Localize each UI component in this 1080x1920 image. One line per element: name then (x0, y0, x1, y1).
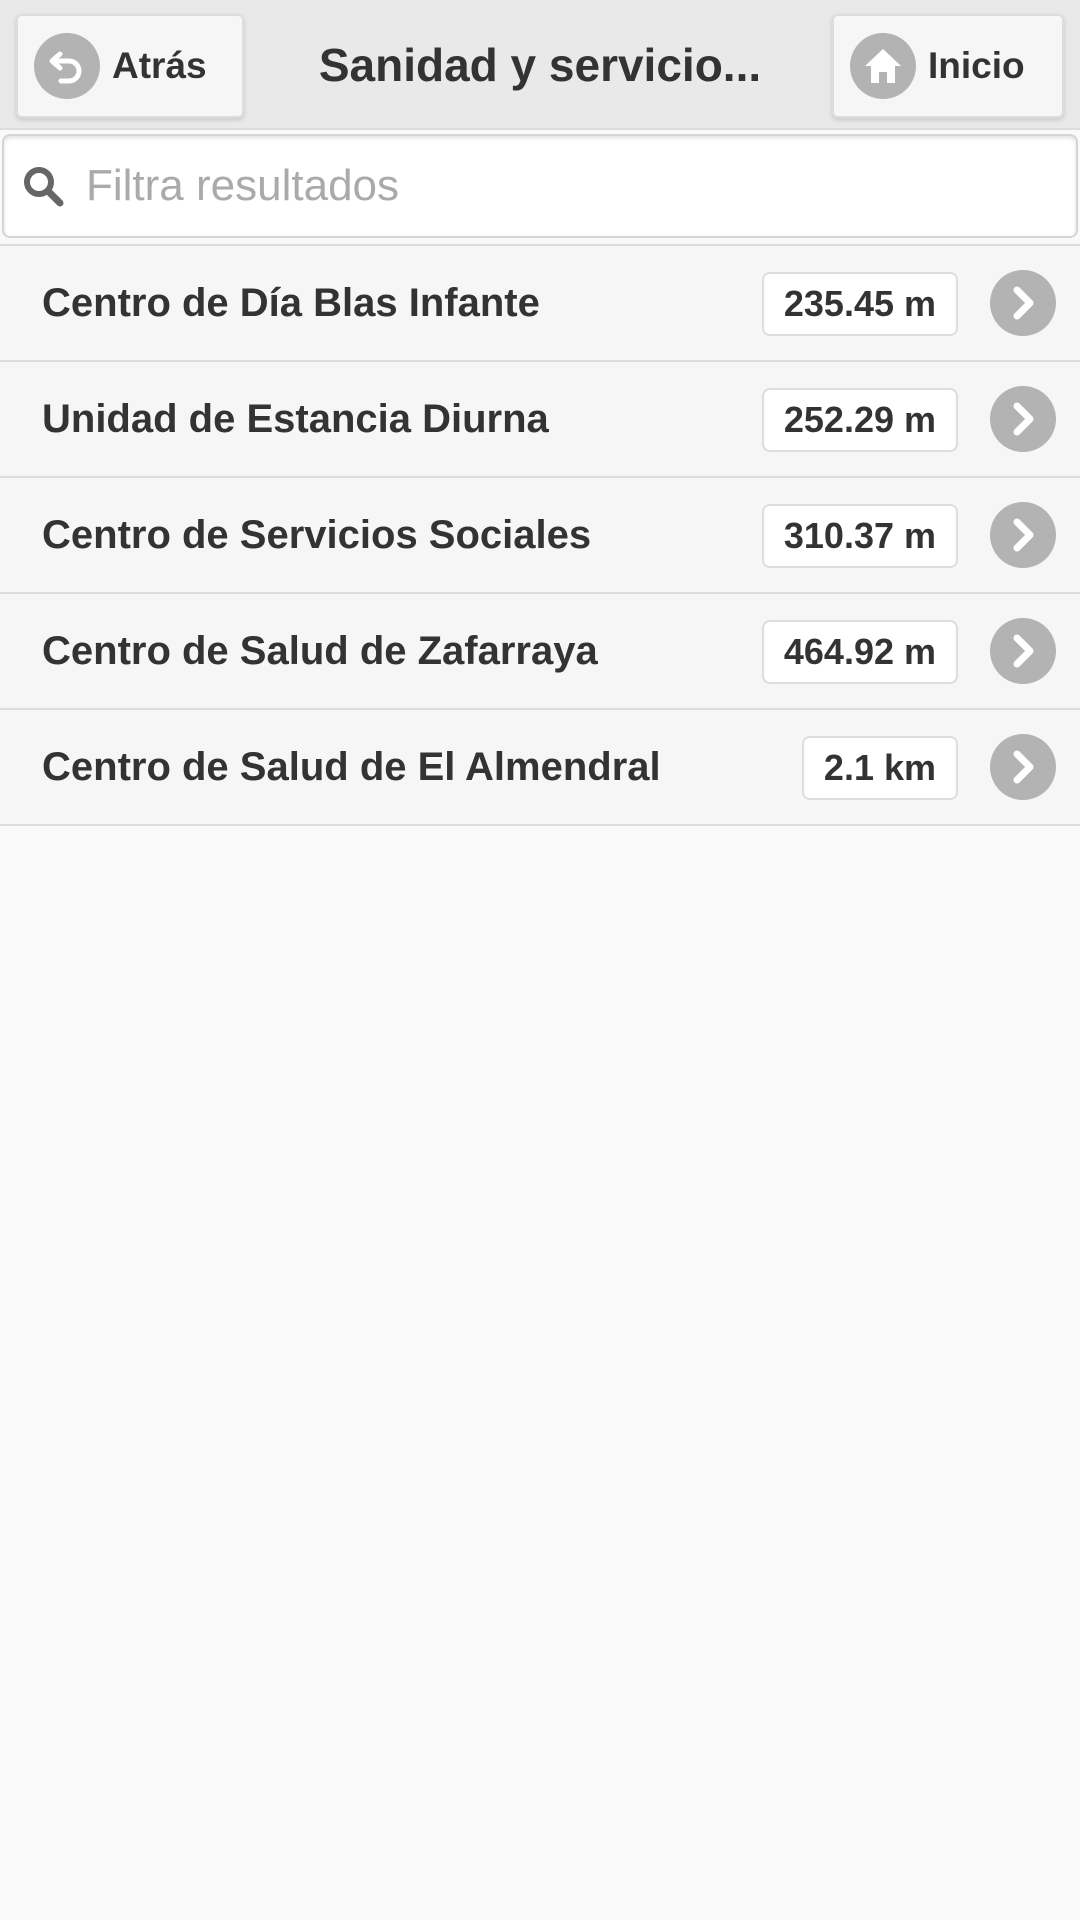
home-button[interactable]: Inicio (832, 14, 1064, 118)
distance-badge: 235.45 m (761, 272, 958, 336)
back-button[interactable]: Atrás (16, 14, 244, 118)
list-item[interactable]: Centro de Salud de Zafarraya 464.92 m (0, 594, 1080, 710)
home-icon (850, 33, 916, 99)
results-list: Centro de Día Blas Infante 235.45 m Unid… (0, 244, 1080, 826)
list-item[interactable]: Centro de Día Blas Infante 235.45 m (0, 246, 1080, 362)
list-item[interactable]: Centro de Servicios Sociales 310.37 m (0, 478, 1080, 594)
page-title: Sanidad y servicio... (318, 39, 762, 91)
list-item-name: Unidad de Estancia Diurna (42, 396, 549, 441)
distance-badge: 252.29 m (761, 388, 958, 452)
back-button-label: Atrás (112, 45, 207, 86)
search-input[interactable] (86, 161, 1046, 211)
distance-badge: 464.92 m (761, 620, 958, 684)
distance-badge: 310.37 m (761, 504, 958, 568)
list-item-name: Centro de Salud de Zafarraya (42, 628, 598, 673)
search-icon (20, 163, 66, 209)
chevron-right-icon[interactable] (990, 734, 1056, 800)
list-item-name: Centro de Día Blas Infante (42, 280, 540, 325)
chevron-right-icon[interactable] (990, 270, 1056, 336)
list-item[interactable]: Centro de Salud de El Almendral 2.1 km (0, 710, 1080, 826)
list-item-name: Centro de Servicios Sociales (42, 512, 592, 557)
list-item[interactable]: Unidad de Estancia Diurna 252.29 m (0, 362, 1080, 478)
list-item-name: Centro de Salud de El Almendral (42, 744, 661, 789)
chevron-right-icon[interactable] (990, 502, 1056, 568)
distance-badge: 2.1 km (801, 736, 958, 800)
home-button-label: Inicio (928, 45, 1025, 86)
chevron-right-icon[interactable] (990, 386, 1056, 452)
header-bar: Atrás Sanidad y servicio... Inicio (0, 0, 1080, 130)
chevron-right-icon[interactable] (990, 618, 1056, 684)
search-bar (2, 134, 1078, 238)
back-arrow-icon (34, 33, 100, 99)
